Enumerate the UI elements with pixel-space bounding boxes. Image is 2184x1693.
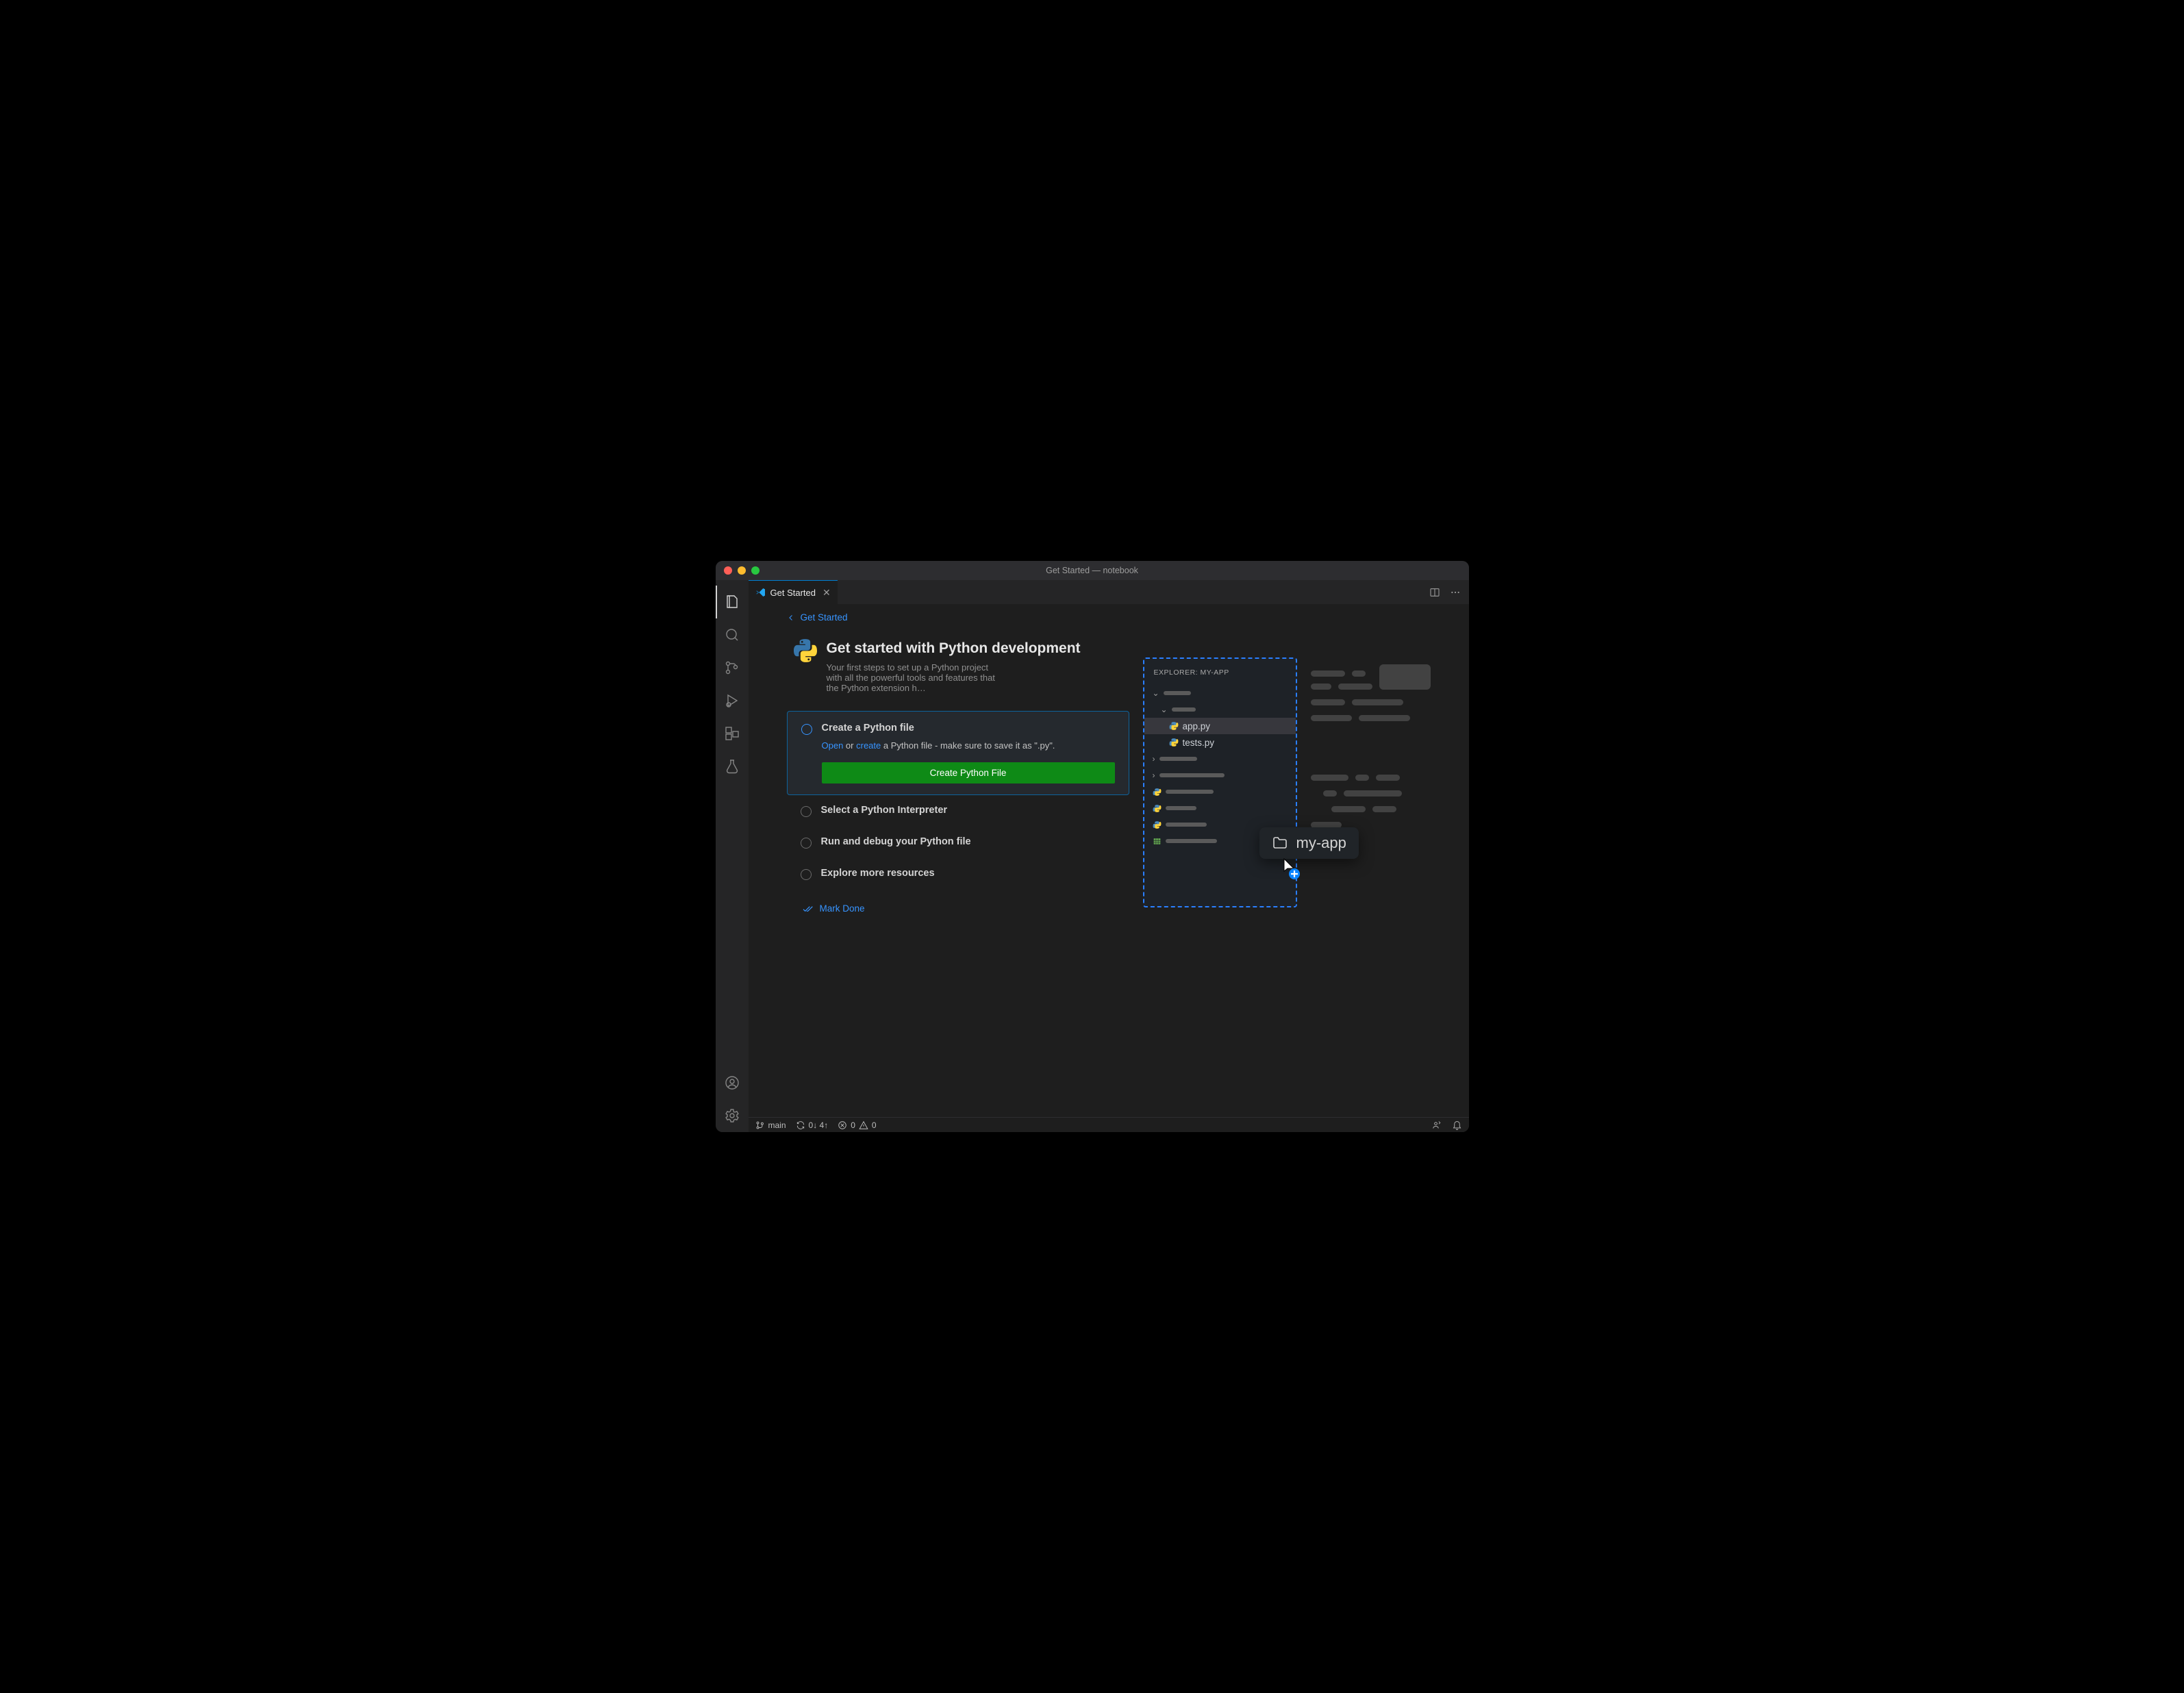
illus-code-panel <box>1311 664 1431 828</box>
branch-name: main <box>768 1120 786 1130</box>
run-debug-tab-icon[interactable] <box>716 684 749 717</box>
step-explore-resources[interactable]: Explore more resources <box>787 858 1129 890</box>
window-zoom-button[interactable] <box>751 566 760 575</box>
python-file-icon <box>1153 788 1162 797</box>
illus-drag-folder-label: my-app <box>1296 834 1346 852</box>
step-run-debug[interactable]: Run and debug your Python file <box>787 827 1129 858</box>
chevron-right-icon: › <box>1153 754 1155 764</box>
chevron-left-icon <box>787 614 795 622</box>
window-close-button[interactable] <box>724 566 732 575</box>
source-control-tab-icon[interactable] <box>716 651 749 684</box>
create-link[interactable]: create <box>856 740 881 751</box>
page-title: Get started with Python development <box>827 639 1081 658</box>
window-minimize-button[interactable] <box>738 566 746 575</box>
step-title: Explore more resources <box>821 868 935 879</box>
spreadsheet-file-icon <box>1153 837 1162 846</box>
vscode-icon <box>755 587 766 598</box>
illus-explorer-panel: EXPLORER: MY-APP ⌄ ⌄ app.py <box>1143 657 1297 907</box>
python-file-icon <box>1169 738 1179 747</box>
python-file-icon <box>1153 820 1162 829</box>
titlebar: Get Started — notebook <box>716 561 1469 580</box>
status-problems[interactable]: 0 0 <box>838 1120 876 1130</box>
step-select-interpreter[interactable]: Select a Python Interpreter <box>787 795 1129 827</box>
error-count: 0 <box>851 1120 855 1130</box>
chevron-right-icon: › <box>1153 770 1155 780</box>
sync-counts: 0↓ 4↑ <box>809 1120 829 1130</box>
open-link[interactable]: Open <box>822 740 844 751</box>
breadcrumb-back[interactable]: Get Started <box>787 612 1129 623</box>
python-logo-icon <box>794 639 817 662</box>
error-icon <box>838 1120 847 1130</box>
illus-explorer-title: EXPLORER: MY-APP <box>1151 668 1289 677</box>
status-bar: main 0↓ 4↑ 0 0 <box>749 1117 1469 1132</box>
step-radio-icon <box>801 806 812 817</box>
step-description: Open or create a Python file - make sure… <box>822 739 1115 753</box>
status-bell-icon[interactable] <box>1452 1120 1462 1130</box>
git-branch-icon <box>755 1120 765 1130</box>
settings-gear-icon[interactable] <box>716 1099 749 1132</box>
check-all-icon <box>802 903 813 914</box>
split-editor-icon[interactable] <box>1429 587 1440 598</box>
explorer-tab-icon[interactable] <box>716 586 749 618</box>
illus-file-tests: tests.py <box>1183 738 1215 748</box>
warning-count: 0 <box>872 1120 877 1130</box>
chevron-down-icon: ⌄ <box>1153 688 1159 698</box>
mark-done-button[interactable]: Mark Done <box>802 903 1129 914</box>
step-radio-icon <box>801 838 812 849</box>
accounts-icon[interactable] <box>716 1066 749 1099</box>
illus-cursor-add-icon <box>1283 857 1302 881</box>
tab-bar: Get Started ✕ <box>749 580 1469 604</box>
step-radio-icon <box>801 724 812 735</box>
illus-code-block <box>1379 664 1431 690</box>
tab-get-started[interactable]: Get Started ✕ <box>749 580 838 604</box>
mark-done-label: Mark Done <box>820 903 865 914</box>
warning-icon <box>859 1120 868 1130</box>
create-python-file-button[interactable]: Create Python File <box>822 762 1115 783</box>
extensions-tab-icon[interactable] <box>716 717 749 750</box>
walkthrough-illustration: EXPLORER: MY-APP ⌄ ⌄ app.py <box>1143 657 1438 911</box>
status-feedback-icon[interactable] <box>1431 1120 1441 1130</box>
illus-file-app: app.py <box>1183 721 1211 731</box>
page-subtitle: Your first steps to set up a Python proj… <box>827 662 998 693</box>
status-branch[interactable]: main <box>755 1120 786 1130</box>
window-title: Get Started — notebook <box>716 566 1469 575</box>
python-file-icon <box>1169 721 1179 731</box>
step-title: Select a Python Interpreter <box>821 805 948 816</box>
folder-icon <box>1272 835 1288 851</box>
activity-bar <box>716 580 749 1132</box>
step-create-python-file[interactable]: Create a Python file Open or create a Py… <box>787 711 1129 795</box>
walkthrough-hero: Get started with Python development Your… <box>787 639 1129 693</box>
search-tab-icon[interactable] <box>716 618 749 651</box>
step-title: Run and debug your Python file <box>821 836 971 847</box>
chevron-down-icon: ⌄ <box>1161 705 1168 714</box>
illus-drag-folder-chip: my-app <box>1259 827 1359 859</box>
status-sync[interactable]: 0↓ 4↑ <box>796 1120 829 1130</box>
tab-label: Get Started <box>770 588 816 598</box>
python-file-icon <box>1153 804 1162 813</box>
step-title: Create a Python file <box>822 723 1115 733</box>
more-actions-icon[interactable] <box>1450 587 1461 598</box>
tab-close-icon[interactable]: ✕ <box>823 587 831 599</box>
vscode-window: Get Started — notebook <box>716 561 1469 1132</box>
testing-tab-icon[interactable] <box>716 750 749 783</box>
step-radio-icon <box>801 869 812 880</box>
breadcrumb-label: Get Started <box>801 612 848 623</box>
sync-icon <box>796 1120 805 1130</box>
